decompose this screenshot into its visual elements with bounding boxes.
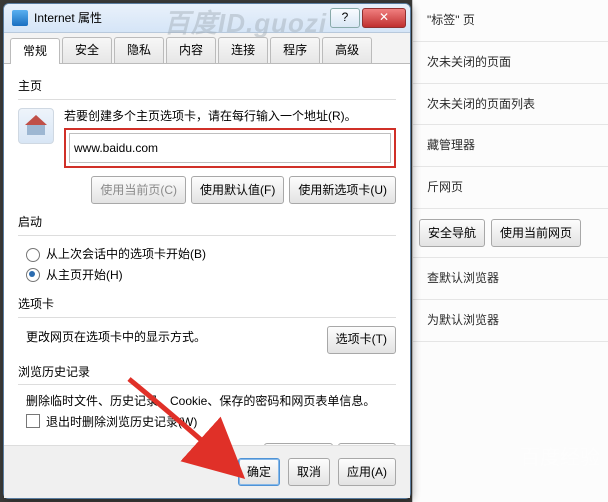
- startup-group-title: 启动: [18, 214, 396, 231]
- internet-properties-dialog: Internet 属性 ? ✕ 百度ID.guozi 常规 安全 隐私 内容 连…: [3, 3, 411, 499]
- safe-nav-button[interactable]: 安全导航: [419, 219, 485, 247]
- startup-homepage-radio[interactable]: 从主页开始(H): [18, 265, 396, 286]
- close-button[interactable]: ✕: [362, 8, 406, 28]
- cancel-button[interactable]: 取消: [288, 458, 330, 486]
- tab-programs[interactable]: 程序: [270, 37, 320, 63]
- homepage-url-input[interactable]: [69, 133, 391, 163]
- side-row: 藏管理器: [413, 125, 608, 167]
- tabs-settings-button[interactable]: 选项卡(T): [327, 326, 396, 354]
- url-highlight-box: [64, 128, 396, 168]
- tabs-desc: 更改网页在选项卡中的显示方式。: [18, 329, 327, 350]
- use-current-button[interactable]: 使用当前页(C): [91, 176, 186, 204]
- corner-watermark: 百度经验: [520, 448, 600, 468]
- side-row: 查默认浏览器: [413, 258, 608, 300]
- background-settings-panel: "标签" 页 次未关闭的页面 次未关闭的页面列表 藏管理器 斤网页 安全导航 使…: [412, 0, 608, 502]
- side-row: "标签" 页: [413, 0, 608, 42]
- history-settings-button[interactable]: 设置(S): [338, 443, 396, 445]
- delete-on-exit-checkbox[interactable]: [26, 414, 40, 428]
- tab-privacy[interactable]: 隐私: [114, 37, 164, 63]
- dialog-body: 主页 若要创建多个主页选项卡，请在每行输入一个地址(R)。 使用当前页(C) 使…: [4, 64, 410, 445]
- side-row: 斤网页: [413, 167, 608, 209]
- use-default-button[interactable]: 使用默认值(F): [191, 176, 284, 204]
- side-button-row: 安全导航 使用当前网页: [413, 209, 608, 258]
- delete-history-button[interactable]: 删除(D)...: [264, 443, 333, 445]
- history-desc: 删除临时文件、历史记录、Cookie、保存的密码和网页表单信息。: [18, 393, 396, 414]
- tab-connections[interactable]: 连接: [218, 37, 268, 63]
- tab-content[interactable]: 内容: [166, 37, 216, 63]
- help-button[interactable]: ?: [330, 8, 360, 28]
- side-row: 次未关闭的页面: [413, 42, 608, 84]
- ie-icon: [12, 10, 28, 26]
- tabs-group-title: 选项卡: [18, 296, 396, 313]
- use-current-page-button[interactable]: 使用当前网页: [491, 219, 581, 247]
- startup-last-session-radio[interactable]: 从上次会话中的选项卡开始(B): [18, 244, 396, 265]
- home-desc: 若要创建多个主页选项卡，请在每行输入一个地址(R)。: [64, 108, 396, 125]
- window-title: Internet 属性: [34, 10, 330, 27]
- history-group-title: 浏览历史记录: [18, 364, 396, 381]
- home-icon: [18, 108, 54, 144]
- tab-strip: 常规 安全 隐私 内容 连接 程序 高级: [4, 33, 410, 64]
- use-newtab-button[interactable]: 使用新选项卡(U): [289, 176, 396, 204]
- apply-button[interactable]: 应用(A): [338, 458, 396, 486]
- tab-security[interactable]: 安全: [62, 37, 112, 63]
- side-row: 为默认浏览器: [413, 300, 608, 342]
- home-group-title: 主页: [18, 78, 396, 95]
- ok-button[interactable]: 确定: [238, 458, 280, 486]
- side-row: 次未关闭的页面列表: [413, 84, 608, 126]
- titlebar[interactable]: Internet 属性 ? ✕: [4, 4, 410, 33]
- dialog-actions: 确定 取消 应用(A): [4, 445, 410, 498]
- tab-general[interactable]: 常规: [10, 38, 60, 64]
- tab-advanced[interactable]: 高级: [322, 37, 372, 63]
